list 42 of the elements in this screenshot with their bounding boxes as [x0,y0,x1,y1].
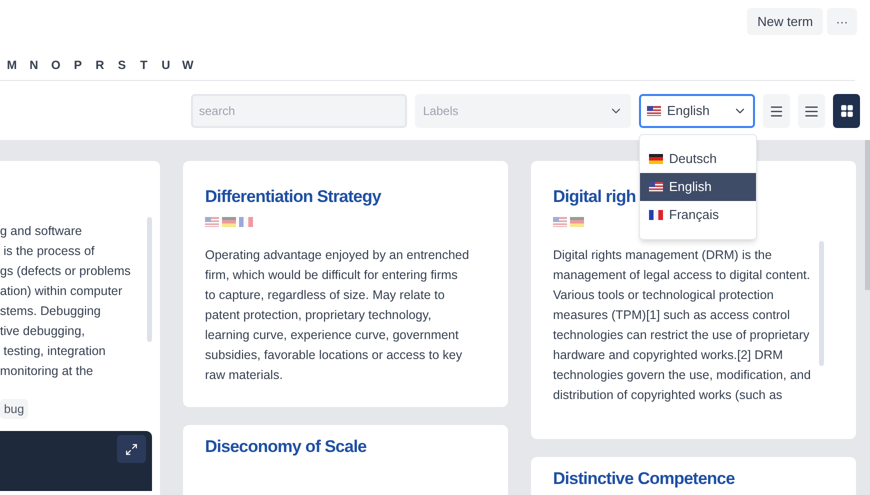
term-description: Operating advantage enjoyed by an entrenched firm, which would be difficult for entering firms to capture, regardless of size. May relate to patent protection, proprietary technology, learning curve, experience curve, government subsidies, favorable locations or access to key raw materials. [205,247,470,384]
alphabet-letter-link[interactable]: M [6,56,18,74]
term-title[interactable]: Differentiation Strategy [205,185,381,209]
alphabet-letter-link[interactable]: O [50,56,62,74]
more-button[interactable]: ··· [827,8,857,35]
alphabet-letter-link[interactable]: N [28,56,40,74]
label-tag[interactable]: bug [0,399,28,419]
us-flag-icon [553,217,567,227]
language-option[interactable]: Deutsch [640,145,756,173]
expand-icon [125,442,138,456]
alphabet-letter-link[interactable]: R [94,56,106,74]
french-flag-icon [649,210,663,220]
us-flag-icon [647,106,661,116]
view-toggle-button[interactable] [833,94,860,128]
language-option[interactable]: English [640,173,756,201]
view-toggle-button[interactable] [763,94,790,128]
german-flag-icon [570,217,584,227]
expand-button[interactable] [117,435,146,463]
view-toggle-button[interactable] [798,94,825,128]
german-flag-icon [222,217,236,227]
page-scrollbar[interactable] [865,140,870,290]
alphabet-letter-link[interactable]: W [182,56,194,74]
alphabet-letter-link[interactable]: U [160,56,172,74]
term-title[interactable]: Digital righ [553,185,636,209]
term-title[interactable]: Distinctive Competence [553,467,735,491]
search-field[interactable]: search [191,94,407,128]
language-select[interactable]: English [639,94,755,128]
term-description: Digital rights management (DRM) is the management of legal access to digital content. Various tools or technological protection measures (TPM)[1] such as access control technologies can restrict the use of proprietary hardware and copyrighted works.[2] DRM technologies govern the use, modification, and distribution of copyrighted works (such as [553,247,811,404]
alphabet-letter-link[interactable]: T [138,56,150,74]
language-option[interactable]: Français [640,201,756,229]
alphabet-letter-link[interactable]: P [72,56,84,74]
term-description: g and software is the process of gs (defects or problems ation) within computer stems. Debugging tive debugging, testing, integration monitoring at the [0,223,131,380]
term-title[interactable]: Diseconomy of Scale [205,435,367,459]
compact-list-icon [804,104,819,118]
us-flag-icon [649,182,663,192]
list-view-icon [769,104,784,118]
us-flag-icon [205,217,219,227]
alphabet-letter-link[interactable]: S [116,56,128,74]
grid-view-icon [840,104,854,118]
new-term-button[interactable]: New term [747,8,823,35]
german-flag-icon [649,154,663,164]
french-flag-icon [239,217,253,227]
